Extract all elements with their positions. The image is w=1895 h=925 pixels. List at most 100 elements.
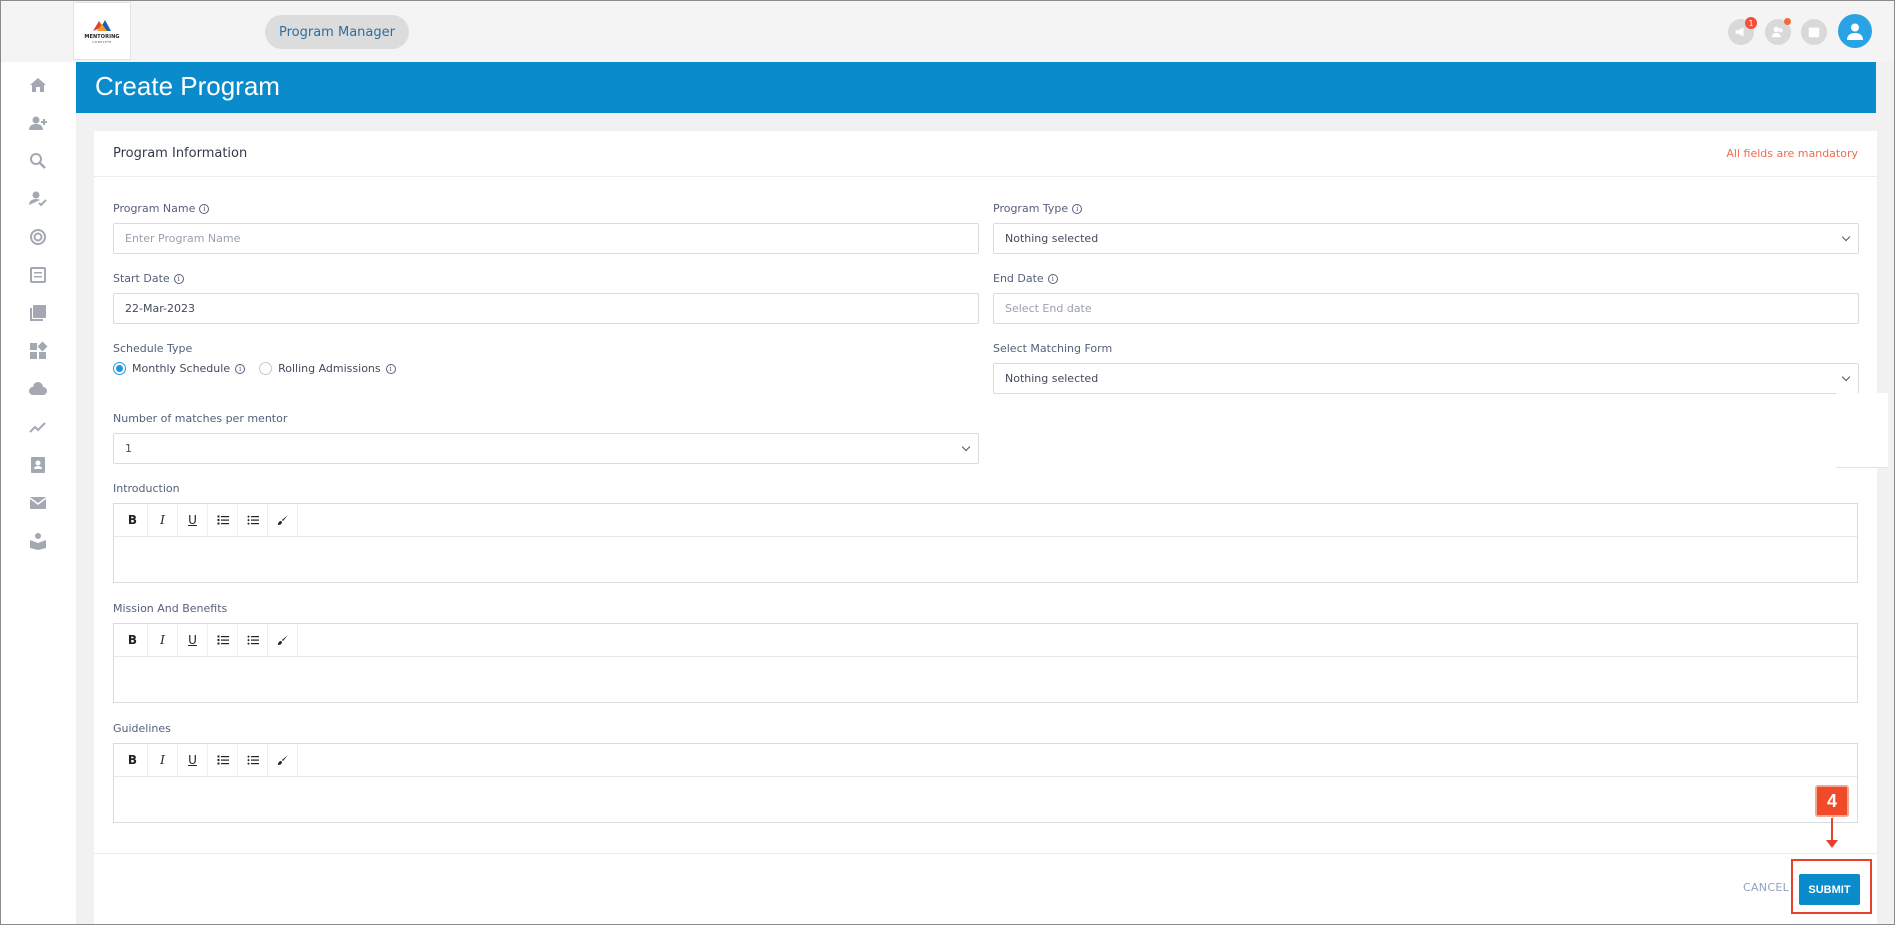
info-icon[interactable]: i (385, 363, 396, 374)
guidelines-editor[interactable]: B I U (113, 743, 1858, 823)
sidebar-widgets[interactable] (27, 340, 49, 362)
ordered-list-icon (217, 515, 229, 525)
introduction-label: Introduction (113, 482, 180, 495)
editor-body[interactable] (114, 657, 1857, 702)
matches-per-mentor-value: 1 (125, 442, 132, 455)
cloud-download-icon (29, 382, 47, 395)
ordered-list-button[interactable] (208, 743, 238, 777)
radio-button[interactable] (259, 362, 273, 375)
sidebar-user-check[interactable] (27, 188, 49, 210)
end-date-input[interactable]: Select End date (993, 293, 1859, 324)
bold-button[interactable]: B (118, 743, 148, 777)
program-type-select[interactable]: Nothing selected (993, 223, 1859, 254)
schedule-type-label: Schedule Type (113, 342, 193, 355)
mission-label: Mission And Benefits (113, 602, 228, 615)
sidebar-library[interactable] (27, 302, 49, 324)
unordered-list-button[interactable] (238, 623, 268, 657)
sidebar-target[interactable] (27, 226, 49, 248)
mission-editor[interactable]: B I U (113, 623, 1858, 703)
program-type-value: Nothing selected (1005, 232, 1099, 245)
ordered-list-button[interactable] (208, 503, 238, 537)
editor-body[interactable] (114, 777, 1857, 822)
user-check-icon (29, 191, 47, 207)
italic-button[interactable]: I (148, 623, 178, 657)
cancel-button[interactable]: CANCEL (1743, 881, 1789, 894)
section-title: Program Information (113, 146, 248, 161)
callout-arrow-head (1826, 840, 1838, 848)
sidebar-download[interactable] (27, 378, 49, 400)
announcement-button[interactable]: 1 (1728, 17, 1757, 45)
paint-brush-button[interactable] (268, 503, 298, 537)
sidebar-mail[interactable] (27, 492, 49, 514)
mandatory-note: All fields are mandatory (1726, 147, 1858, 160)
paint-brush-icon (277, 515, 288, 525)
info-icon[interactable]: i (173, 273, 184, 284)
unordered-list-icon (247, 755, 259, 765)
matching-form-label: Select Matching Form (993, 342, 1113, 355)
radio-rolling-admissions[interactable]: Rolling Admissions i (259, 362, 396, 375)
sidebar (0, 62, 76, 925)
italic-button[interactable]: I (148, 503, 178, 537)
unordered-list-icon (247, 515, 259, 525)
ordered-list-button[interactable] (208, 623, 238, 657)
paint-brush-icon (277, 755, 288, 765)
notification-badge: 1 (1745, 17, 1757, 29)
role-pill[interactable]: Program Manager (265, 15, 409, 49)
introduction-editor[interactable]: B I U (113, 503, 1858, 583)
info-icon[interactable]: i (1072, 203, 1083, 214)
user-avatar[interactable] (1838, 14, 1872, 48)
ordered-list-icon (217, 755, 229, 765)
paint-brush-button[interactable] (268, 623, 298, 657)
contacts-icon (31, 457, 45, 473)
end-date-label-text: End Date (993, 272, 1044, 285)
sidebar-contacts[interactable] (27, 454, 49, 476)
editor-toolbar: B I U (114, 623, 1857, 657)
trend-icon (29, 422, 46, 433)
sidebar-reports[interactable] (27, 416, 49, 438)
sidebar-user-search[interactable] (27, 150, 49, 172)
paint-brush-button[interactable] (268, 743, 298, 777)
underline-button[interactable]: U (178, 743, 208, 777)
info-icon[interactable]: i (199, 203, 210, 214)
people-icon (1771, 26, 1783, 38)
radio-button-checked[interactable] (113, 362, 126, 375)
radio-label: Monthly Schedule (132, 362, 231, 375)
sidebar-home[interactable] (27, 74, 49, 96)
matches-per-mentor-label: Number of matches per mentor (113, 412, 288, 425)
app-logo[interactable]: MENTORING COMPLETE (73, 2, 131, 60)
people-button[interactable] (1765, 18, 1791, 45)
italic-button[interactable]: I (148, 743, 178, 777)
matches-per-mentor-select[interactable]: 1 (113, 433, 979, 464)
info-icon[interactable]: i (1047, 273, 1058, 284)
bold-button[interactable]: B (118, 623, 148, 657)
calendar-icon (1808, 27, 1820, 38)
underline-button[interactable]: U (178, 503, 208, 537)
program-form-card: Program Information All fields are manda… (94, 131, 1877, 925)
info-icon[interactable]: i (235, 363, 246, 374)
sidebar-reader[interactable] (27, 530, 49, 552)
program-name-label: Program Name i (113, 202, 210, 215)
guidelines-label: Guidelines (113, 722, 171, 735)
radio-monthly-schedule[interactable]: Monthly Schedule i (113, 362, 246, 375)
editor-toolbar: B I U (114, 743, 1857, 777)
bold-button[interactable]: B (118, 503, 148, 537)
calendar-button[interactable] (1801, 19, 1827, 45)
start-date-label: Start Date i (113, 272, 184, 285)
chevron-down-icon (961, 442, 971, 452)
unordered-list-button[interactable] (238, 743, 268, 777)
sidebar-add-user[interactable] (27, 112, 49, 134)
radio-label: Rolling Admissions (278, 362, 381, 375)
unordered-list-button[interactable] (238, 503, 268, 537)
program-name-input[interactable]: Enter Program Name (113, 223, 979, 254)
step-number-badge: 4 (1815, 785, 1849, 817)
sidebar-list[interactable] (27, 264, 49, 286)
matching-form-select[interactable]: Nothing selected (993, 363, 1859, 394)
home-icon (30, 78, 46, 92)
mail-icon (29, 497, 47, 509)
submit-highlight-box (1791, 859, 1872, 914)
start-date-input[interactable]: 22-Mar-2023 (113, 293, 979, 324)
editor-body[interactable] (114, 537, 1857, 582)
footer-divider (94, 853, 1877, 854)
editor-toolbar: B I U (114, 503, 1857, 537)
underline-button[interactable]: U (178, 623, 208, 657)
